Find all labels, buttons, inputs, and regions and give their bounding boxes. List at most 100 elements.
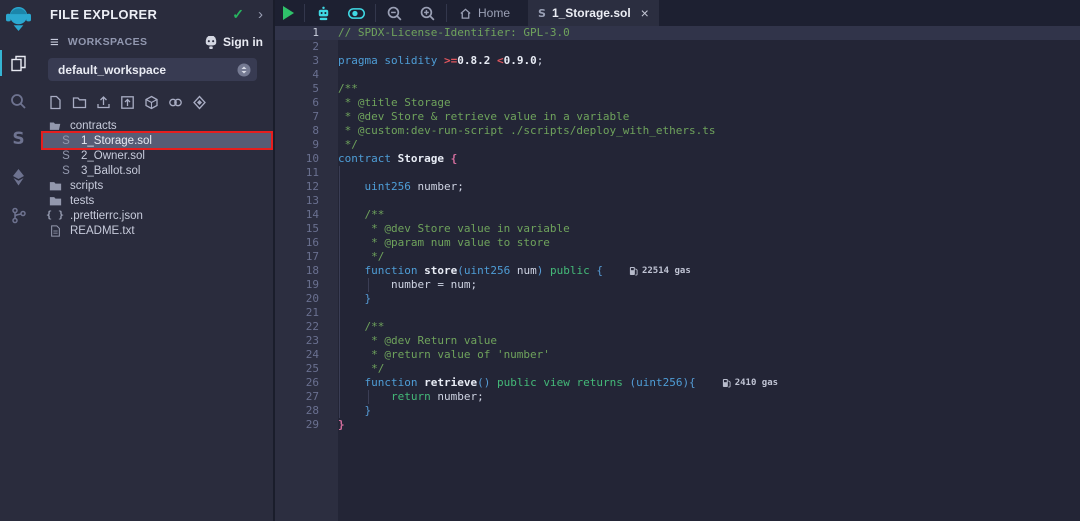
tree-item-label: 3_Ballot.sol (81, 165, 140, 177)
tab-1-storage-sol[interactable]: S 1_Storage.sol × (528, 0, 659, 26)
expand-chevron-icon[interactable]: › (258, 6, 263, 23)
line-number[interactable]: 15 (275, 222, 319, 236)
line-number[interactable]: 3 (275, 54, 319, 68)
line-number[interactable]: 23 (275, 334, 319, 348)
deploy-run-icon[interactable] (0, 158, 37, 196)
line-number[interactable]: 9 (275, 138, 319, 152)
code-line-13[interactable]: 13 (275, 194, 1080, 208)
code-line-21[interactable]: 21 (275, 306, 1080, 320)
line-number[interactable]: 22 (275, 320, 319, 334)
line-number[interactable]: 21 (275, 306, 319, 320)
accept-check-icon[interactable]: ✓ (232, 6, 244, 23)
code-line-25[interactable]: 25 */ (275, 362, 1080, 376)
load-ipfs-icon[interactable] (144, 95, 159, 110)
workspaces-menu-icon[interactable]: ≡ (50, 35, 59, 50)
line-number[interactable]: 16 (275, 236, 319, 250)
code-line-14[interactable]: 14 /** (275, 208, 1080, 222)
workspace-select[interactable]: default_workspace (48, 58, 257, 81)
solidity-icon: S (59, 165, 73, 177)
code-line-10[interactable]: 10contract Storage { (275, 152, 1080, 166)
code-line-11[interactable]: 11 (275, 166, 1080, 180)
line-number[interactable]: 13 (275, 194, 319, 208)
line-number[interactable]: 17 (275, 250, 319, 264)
code-line-2[interactable]: 2 (275, 40, 1080, 54)
line-number[interactable]: 25 (275, 362, 319, 376)
line-number[interactable]: 6 (275, 96, 319, 110)
line-number[interactable]: 14 (275, 208, 319, 222)
clone-repo-icon[interactable] (192, 95, 207, 110)
upload-file-icon[interactable] (120, 95, 135, 110)
tree-item-1-storage-sol[interactable]: S1_Storage.sol (43, 133, 271, 148)
code-line-29[interactable]: 29} (275, 418, 1080, 432)
code-line-15[interactable]: 15 * @dev Store value in variable (275, 222, 1080, 236)
code-line-22[interactable]: 22 /** (275, 320, 1080, 334)
publish-gist-icon[interactable] (96, 95, 111, 110)
tree-item-readme-txt[interactable]: README.txt (37, 223, 273, 238)
line-number[interactable]: 8 (275, 124, 319, 138)
line-number[interactable]: 5 (275, 82, 319, 96)
code-line-5[interactable]: 5/** (275, 82, 1080, 96)
tab-home[interactable]: Home (449, 0, 520, 26)
code-line-4[interactable]: 4 (275, 68, 1080, 82)
code-lines: 1// SPDX-License-Identifier: GPL-3.023pr… (275, 26, 1080, 432)
code-line-17[interactable]: 17 */ (275, 250, 1080, 264)
line-number[interactable]: 26 (275, 376, 319, 390)
code-line-16[interactable]: 16 * @param num value to store (275, 236, 1080, 250)
line-number[interactable]: 24 (275, 348, 319, 362)
line-number[interactable]: 28 (275, 404, 319, 418)
tree-item-tests[interactable]: tests (37, 193, 273, 208)
search-icon[interactable] (0, 82, 37, 120)
code-line-12[interactable]: 12 uint256 number; (275, 180, 1080, 194)
code-line-26[interactable]: 26 function retrieve() public view retur… (275, 376, 1080, 390)
line-number[interactable]: 1 (275, 26, 319, 40)
code-line-18[interactable]: 18 function store(uint256 num) public {2… (275, 264, 1080, 278)
code-line-1[interactable]: 1// SPDX-License-Identifier: GPL-3.0 (275, 26, 1080, 40)
zoom-in-icon[interactable] (411, 0, 444, 26)
active-tab-label: 1_Storage.sol (552, 6, 631, 20)
line-number[interactable]: 20 (275, 292, 319, 306)
code-line-6[interactable]: 6 * @title Storage (275, 96, 1080, 110)
code-editor[interactable]: 1// SPDX-License-Identifier: GPL-3.023pr… (275, 26, 1080, 521)
line-number[interactable]: 10 (275, 152, 319, 166)
tree-item--prettierrc-json[interactable]: { }.prettierrc.json (37, 208, 273, 223)
workspace-stepper-icon (237, 63, 251, 77)
code-line-27[interactable]: 27 return number; (275, 390, 1080, 404)
file-explorer-icon[interactable] (0, 44, 37, 82)
code-line-19[interactable]: 19 number = num; (275, 278, 1080, 292)
code-line-8[interactable]: 8 * @custom:dev-run-script ./scripts/dep… (275, 124, 1080, 138)
tree-item-3-ballot-sol[interactable]: S 3_Ballot.sol (37, 163, 273, 178)
code-line-7[interactable]: 7 * @dev Store & retrieve value in a var… (275, 110, 1080, 124)
folder-icon (48, 195, 62, 207)
line-number[interactable]: 11 (275, 166, 319, 180)
code-line-24[interactable]: 24 * @return value of 'number' (275, 348, 1080, 362)
ai-assistant-icon[interactable] (307, 0, 340, 26)
code-line-28[interactable]: 28 } (275, 404, 1080, 418)
git-icon[interactable] (0, 196, 37, 234)
import-url-icon[interactable] (168, 95, 183, 110)
line-number[interactable]: 19 (275, 278, 319, 292)
line-number[interactable]: 18 (275, 264, 319, 278)
solidity-compiler-icon[interactable]: S (0, 120, 37, 158)
line-number[interactable]: 2 (275, 40, 319, 54)
code-text: * @param num value to store (338, 236, 550, 250)
tree-item-2-owner-sol[interactable]: S2_Owner.sol (37, 148, 273, 163)
line-number[interactable]: 12 (275, 180, 319, 194)
tab-close-icon[interactable]: × (641, 5, 649, 21)
code-line-3[interactable]: 3pragma solidity >=0.8.2 <0.9.0; (275, 54, 1080, 68)
new-file-icon[interactable] (48, 95, 63, 110)
code-line-23[interactable]: 23 * @dev Return value (275, 334, 1080, 348)
tree-item-contracts[interactable]: contracts (37, 118, 273, 133)
line-number[interactable]: 4 (275, 68, 319, 82)
line-number[interactable]: 29 (275, 418, 319, 432)
github-sign-in-button[interactable]: Sign in (204, 35, 263, 49)
line-number[interactable]: 7 (275, 110, 319, 124)
new-folder-icon[interactable] (72, 95, 87, 110)
zoom-out-icon[interactable] (378, 0, 411, 26)
tree-item-scripts[interactable]: scripts (37, 178, 273, 193)
code-line-20[interactable]: 20 } (275, 292, 1080, 306)
code-line-9[interactable]: 9 */ (275, 138, 1080, 152)
run-script-icon[interactable] (275, 0, 302, 26)
line-number[interactable]: 27 (275, 390, 319, 404)
copilot-toggle-on-icon[interactable] (340, 0, 373, 26)
remix-logo-icon[interactable] (0, 0, 37, 36)
